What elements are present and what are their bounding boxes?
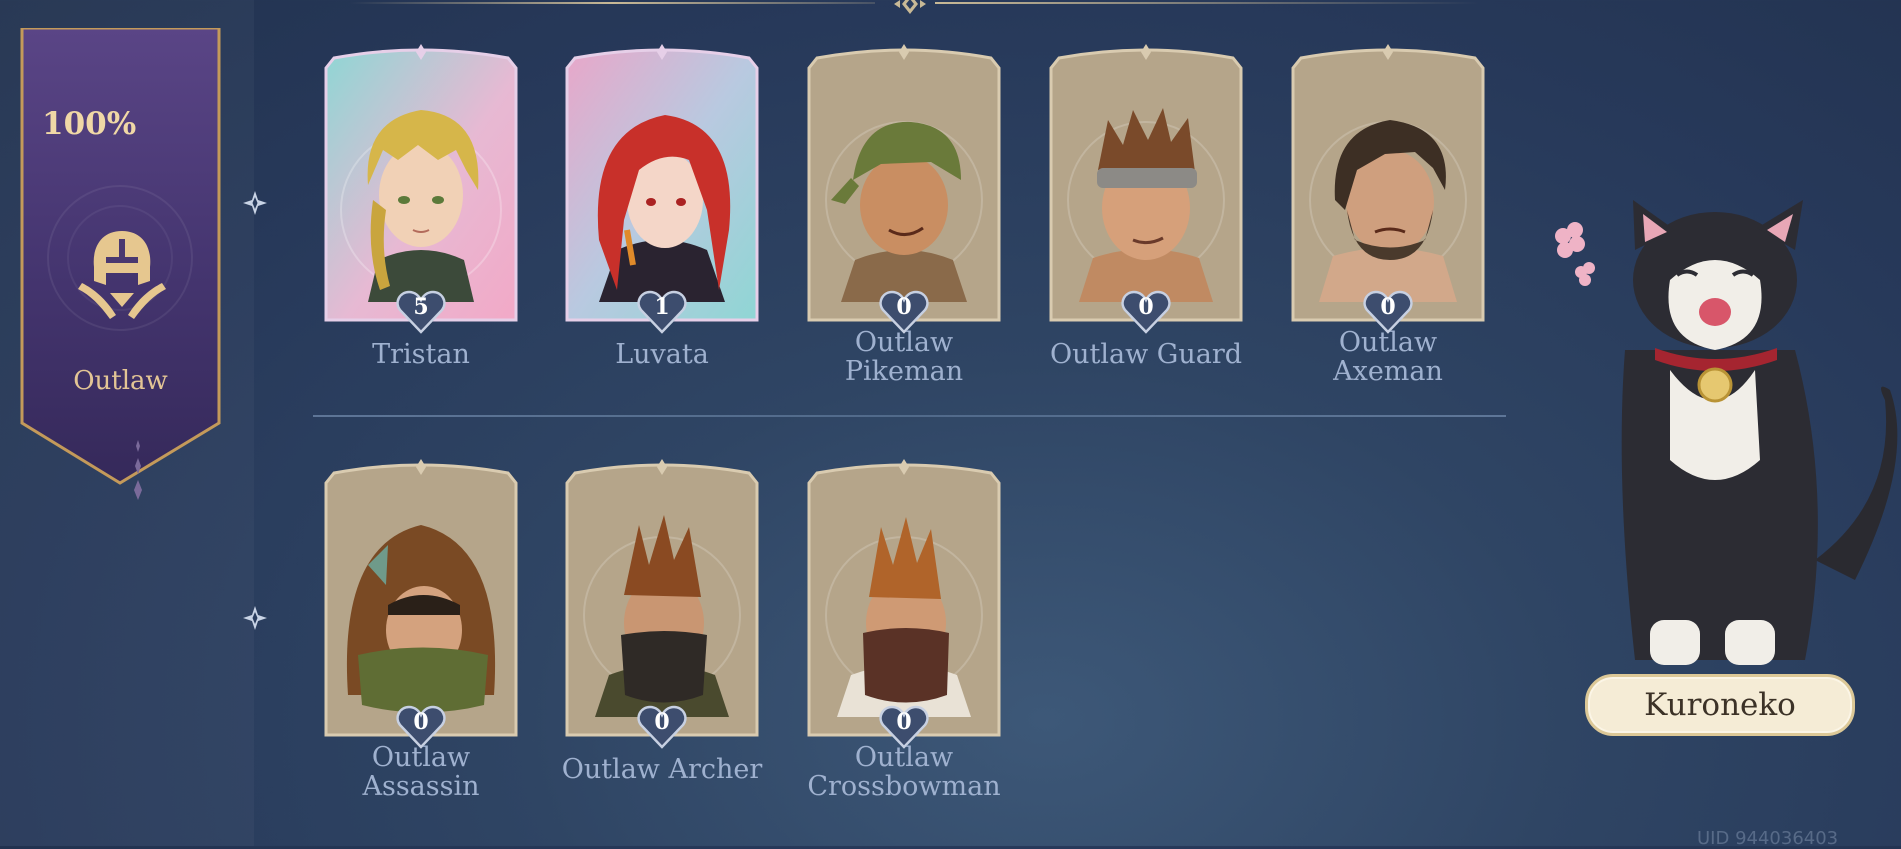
- hero-portrait: [346, 525, 496, 713]
- affinity-count: 0: [654, 709, 670, 735]
- hero-name-line1: Outlaw: [371, 742, 471, 773]
- hero-portrait: [1309, 120, 1467, 302]
- hero-name: Outlaw Assassin: [296, 743, 546, 801]
- companion-cat-portrait[interactable]: [1555, 200, 1901, 675]
- row-divider: [313, 415, 1506, 417]
- hero-card-tristan[interactable]: 5 Tristan: [316, 40, 526, 370]
- affinity-count: 5: [413, 294, 429, 320]
- affinity-count: 0: [1380, 294, 1396, 320]
- hero-portrait: [583, 515, 741, 717]
- hero-portrait: [1067, 108, 1225, 302]
- hero-name-line2: Assassin: [362, 771, 480, 802]
- affinity-count: 1: [654, 294, 670, 320]
- hero-name: Outlaw Archer: [561, 754, 763, 785]
- hero-name-line1: Outlaw: [1338, 327, 1438, 358]
- affinity-count: 0: [1138, 294, 1154, 320]
- hero-name-line2: Crossbowman: [807, 771, 1001, 802]
- helmet-crossed-swords-icon: [78, 231, 166, 319]
- hero-name: Outlaw Guard: [1049, 339, 1243, 370]
- affinity-count: 0: [896, 709, 912, 735]
- hero-name: Tristan: [372, 339, 470, 370]
- hero-portrait: [825, 517, 983, 717]
- hero-portrait: [340, 110, 502, 302]
- hero-card-luvata[interactable]: 1 Luvata: [557, 40, 767, 370]
- top-ornament-icon: [894, 0, 926, 14]
- faction-name: Outlaw: [73, 366, 168, 396]
- hero-name: Luvata: [615, 339, 709, 370]
- companion-name-plate[interactable]: Kuroneko: [1585, 674, 1855, 736]
- hero-card-outlaw-guard[interactable]: 0 Outlaw Guard: [1041, 40, 1251, 370]
- hero-card-outlaw-axeman[interactable]: 0 Outlaw Axeman: [1283, 40, 1493, 386]
- companion-name: Kuroneko: [1644, 687, 1796, 723]
- hero-card-outlaw-assassin[interactable]: 0 Outlaw Assassin: [316, 455, 526, 801]
- hero-name: Outlaw Crossbowman: [779, 743, 1029, 801]
- completion-percent: 100%: [42, 106, 137, 142]
- hero-name: Outlaw Pikeman: [779, 328, 1029, 386]
- affinity-count: 0: [896, 294, 912, 320]
- hero-card-outlaw-crossbowman[interactable]: 0 Outlaw Crossbowman: [799, 455, 1009, 801]
- row-marker-icon: [243, 191, 267, 215]
- hero-card-outlaw-archer[interactable]: 0 Outlaw Archer: [557, 455, 767, 785]
- top-divider-right: [935, 2, 1480, 4]
- affinity-count: 0: [413, 709, 429, 735]
- hero-card-outlaw-pikeman[interactable]: 0 Outlaw Pikeman: [799, 40, 1009, 386]
- hero-name-line1: Outlaw: [854, 742, 954, 773]
- banner-stars-icon: [134, 440, 142, 500]
- hero-name-line1: Outlaw: [854, 327, 954, 358]
- hero-name-line2: Axeman: [1333, 356, 1443, 387]
- hero-portrait: [597, 115, 731, 302]
- hero-name-line2: Pikeman: [844, 356, 964, 387]
- top-divider-left: [350, 2, 875, 4]
- row-marker-icon: [243, 606, 267, 630]
- faction-banner[interactable]: 100% Outlaw: [18, 28, 223, 500]
- hero-name: Outlaw Axeman: [1263, 328, 1513, 386]
- hero-portrait: [825, 121, 983, 302]
